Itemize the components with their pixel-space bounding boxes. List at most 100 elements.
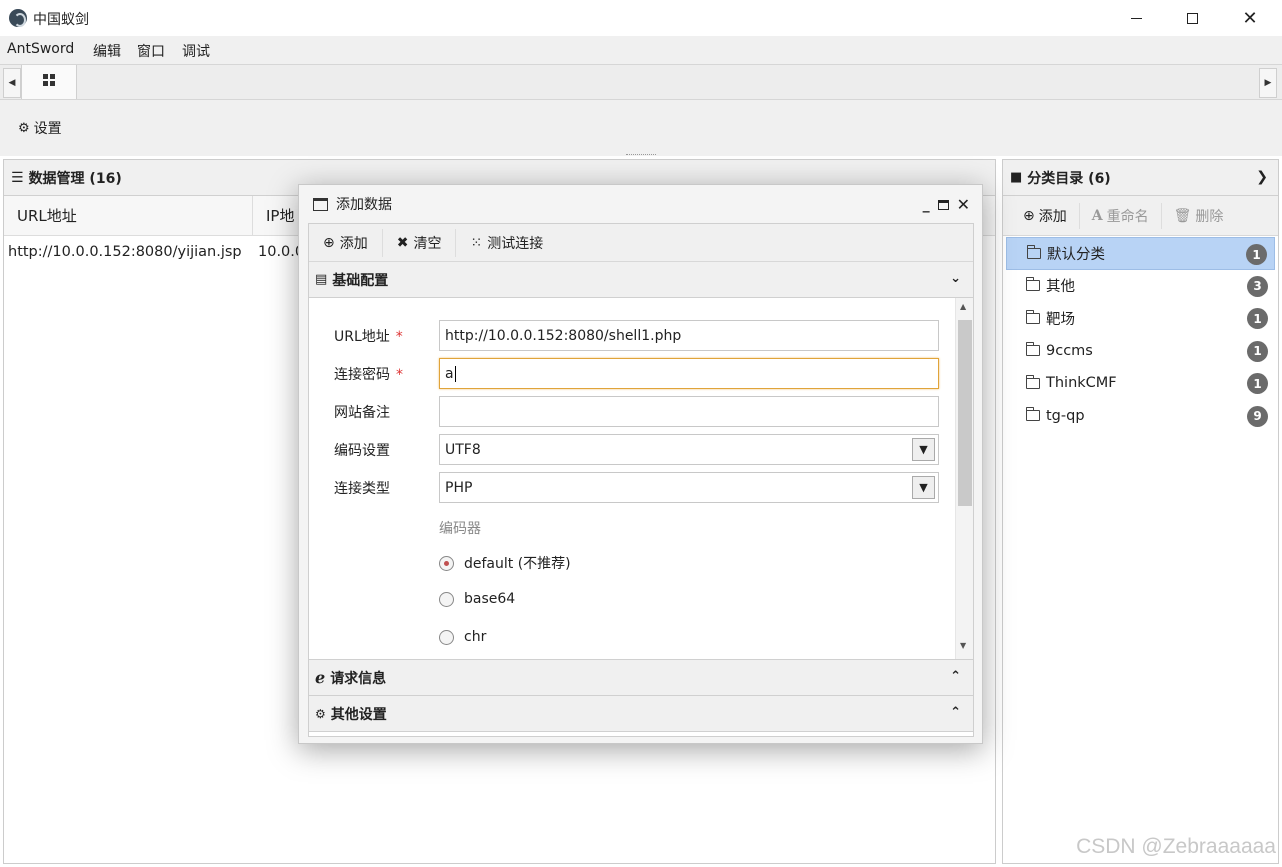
category-delete-button[interactable]: 🗑 删除 <box>1162 203 1236 229</box>
category-panel: ■ 分类目录 (6) ❯ ⊕ 添加 A 重命名 🗑 删除 默认分类 1 其他 3 <box>1002 159 1279 864</box>
menu-debug[interactable]: 调试 <box>182 41 210 61</box>
category-count-badge: 1 <box>1247 340 1268 362</box>
connection-type-select[interactable]: PHP ▼ <box>439 472 939 503</box>
type-label: 连接类型 <box>334 481 390 497</box>
gears-icon: ⚙ <box>315 706 326 721</box>
dialog-toolbar: ⊕ 添加 ✖ 清空 ⁙ 测试连接 <box>309 224 973 262</box>
folder-icon <box>1025 374 1040 389</box>
basic-config-form: URL地址 * http://10.0.0.152:8080/shell1.php… <box>309 298 973 660</box>
url-label: URL地址 * <box>334 326 403 346</box>
menu-antsword[interactable]: AntSword <box>7 41 74 57</box>
category-item-thinkcmf[interactable]: ThinkCMF 1 <box>1006 367 1275 400</box>
chevron-up-icon: ⌃ <box>950 705 961 720</box>
gear-icon: ⚙ <box>18 120 30 136</box>
note-input[interactable] <box>439 396 939 427</box>
category-item-range[interactable]: 靶场 1 <box>1006 302 1275 335</box>
dialog-clear-button[interactable]: ✖ 清空 <box>383 228 457 257</box>
font-icon: A <box>1091 207 1103 224</box>
minimize-button[interactable] <box>1108 0 1164 36</box>
title-bar: 中国蚁剑 ✕ <box>0 0 1282 36</box>
folder-icon <box>1025 407 1040 422</box>
category-add-button[interactable]: ⊕ 添加 <box>1003 202 1080 229</box>
encoding-select[interactable]: UTF8 ▼ <box>439 434 939 465</box>
file-text-icon: ▤ <box>315 272 328 287</box>
tab-scroll-left-button[interactable]: ◀ <box>3 68 21 98</box>
grid-icon <box>43 74 55 86</box>
dialog-add-label: 添加 <box>339 235 368 252</box>
category-count-badge: 3 <box>1247 275 1268 297</box>
required-mark: * <box>395 329 403 345</box>
basic-config-header[interactable]: ▤ 基础配置 ⌄ <box>309 262 973 298</box>
request-info-header[interactable]: ℯ 请求信息 ⌃ <box>309 660 973 696</box>
category-count-badge: 9 <box>1247 405 1268 427</box>
encoder-option-chr[interactable]: chr <box>439 629 486 645</box>
scrollbar-thumb[interactable] <box>958 320 972 506</box>
plus-circle-icon: ⊕ <box>323 234 335 251</box>
chevron-down-icon: ▼ <box>912 476 935 499</box>
url-label-text: URL地址 <box>334 329 390 345</box>
dialog-title-bar[interactable]: 添加数据 _ ✕ <box>299 185 982 223</box>
splitter-handle[interactable] <box>626 154 656 156</box>
other-settings-title: 其他设置 <box>330 706 387 723</box>
category-item-tg-qp[interactable]: tg-qp 9 <box>1006 400 1275 433</box>
settings-label: 设置 <box>33 121 62 137</box>
folder-icon <box>1025 342 1040 357</box>
category-name: 9ccms <box>1046 342 1093 359</box>
maximize-button[interactable] <box>1164 0 1220 36</box>
maximize-icon <box>1186 12 1198 24</box>
window-title: 中国蚁剑 <box>33 12 89 28</box>
category-rename-button[interactable]: A 重命名 <box>1080 202 1162 229</box>
dialog-minimize-icon[interactable]: _ <box>923 197 930 213</box>
folder-icon <box>1026 244 1041 259</box>
category-toolbar: ⊕ 添加 A 重命名 🗑 删除 <box>1003 196 1278 236</box>
list-icon: ☰ <box>11 169 24 186</box>
encoder-option-base64[interactable]: base64 <box>439 591 515 607</box>
chevron-down-icon: ▼ <box>912 438 935 461</box>
category-panel-header: ■ 分类目录 (6) ❯ <box>1003 160 1278 196</box>
caret-right-icon: ▶ <box>1264 78 1272 88</box>
category-name: tg-qp <box>1046 407 1085 424</box>
encoder-option-label: base64 <box>464 591 516 607</box>
dialog-maximize-icon[interactable] <box>937 199 949 210</box>
category-delete-label: 删除 <box>1195 208 1224 225</box>
encoder-label: 编码器 <box>439 521 481 537</box>
dialog-add-button[interactable]: ⊕ 添加 <box>309 228 383 257</box>
column-header-url[interactable]: URL地址 <box>4 196 253 235</box>
category-item-default[interactable]: 默认分类 1 <box>1006 237 1275 270</box>
tab-strip: ◀ ▶ <box>0 64 1282 100</box>
dialog-controls: _ ✕ <box>923 195 970 214</box>
radio-unchecked[interactable] <box>439 591 454 607</box>
scroll-down-icon[interactable]: ▼ <box>960 641 966 650</box>
radio-unchecked[interactable] <box>439 629 454 645</box>
category-count-badge: 1 <box>1246 244 1267 265</box>
chevron-up-icon: ⌃ <box>950 669 961 684</box>
scroll-up-icon[interactable]: ▲ <box>960 302 966 311</box>
row-ip-cell: 10.0.0 <box>258 244 304 260</box>
plus-circle-icon: ⊕ <box>1023 207 1035 224</box>
dialog-title: 添加数据 <box>336 197 392 213</box>
category-item-9ccms[interactable]: 9ccms 1 <box>1006 335 1275 368</box>
password-input[interactable]: a <box>439 358 939 389</box>
tab-scroll-right-button[interactable]: ▶ <box>1259 68 1277 98</box>
encoding-label: 编码设置 <box>334 443 390 459</box>
dialog-close-icon[interactable]: ✕ <box>957 195 970 214</box>
tab-home[interactable] <box>21 65 77 99</box>
url-input[interactable]: http://10.0.0.152:8080/shell1.php <box>439 320 939 351</box>
category-panel-title: 分类目录 (6) <box>1027 170 1111 187</box>
close-icon: ✕ <box>1242 7 1258 29</box>
password-label-text: 连接密码 <box>334 367 390 383</box>
radio-checked[interactable] <box>439 555 454 571</box>
dialog-body: ⊕ 添加 ✖ 清空 ⁙ 测试连接 ▤ 基础配置 ⌄ URL地址 * http://… <box>308 223 974 737</box>
menu-edit[interactable]: 编辑 <box>93 41 121 61</box>
settings-button[interactable]: ⚙ 设置 <box>18 118 62 138</box>
encoder-option-default[interactable]: default (不推荐) <box>439 553 571 573</box>
close-button[interactable]: ✕ <box>1222 0 1278 36</box>
encoder-option-label: chr <box>464 629 487 645</box>
menu-window[interactable]: 窗口 <box>137 41 165 61</box>
chevron-right-icon[interactable]: ❯ <box>1256 169 1268 185</box>
add-data-dialog: 添加数据 _ ✕ ⊕ 添加 ✖ 清空 ⁙ 测试连接 ▤ 基础配置 ⌄ URL地址… <box>298 184 983 744</box>
category-item-other[interactable]: 其他 3 <box>1006 270 1275 303</box>
other-settings-header[interactable]: ⚙ 其他设置 ⌃ <box>309 696 973 732</box>
form-scrollbar[interactable]: ▲ ▼ <box>955 298 973 659</box>
dialog-test-connection-button[interactable]: ⁙ 测试连接 <box>456 229 557 257</box>
